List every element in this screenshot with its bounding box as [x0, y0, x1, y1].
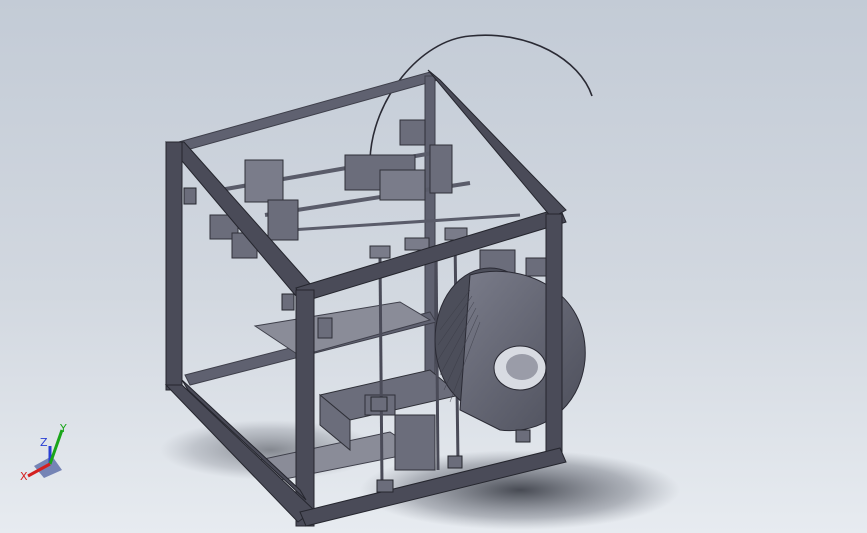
triad-y-label: Y: [59, 422, 67, 435]
triad-y-axis: [48, 429, 64, 465]
cad-viewport[interactable]: X Y Z: [0, 0, 867, 533]
triad-z-label: Z: [40, 436, 48, 449]
view-orientation-triad[interactable]: X Y Z: [14, 418, 84, 488]
triad-x-label: X: [20, 470, 28, 483]
printer-model[interactable]: [0, 0, 867, 533]
triad-origin-plane: [34, 456, 62, 478]
